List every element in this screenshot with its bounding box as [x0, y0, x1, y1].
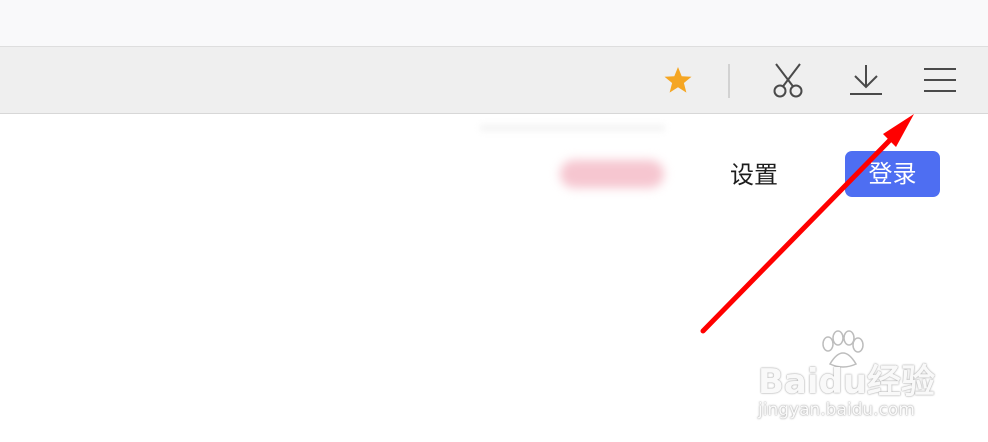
browser-window: 设置 登录 Baidu经验 jingyan.baidu.com: [0, 0, 988, 442]
watermark-url: jingyan.baidu.com: [758, 400, 915, 420]
watermark-brand: Baidu经验: [758, 362, 936, 402]
watermark: Baidu经验 jingyan.baidu.com: [758, 330, 958, 425]
